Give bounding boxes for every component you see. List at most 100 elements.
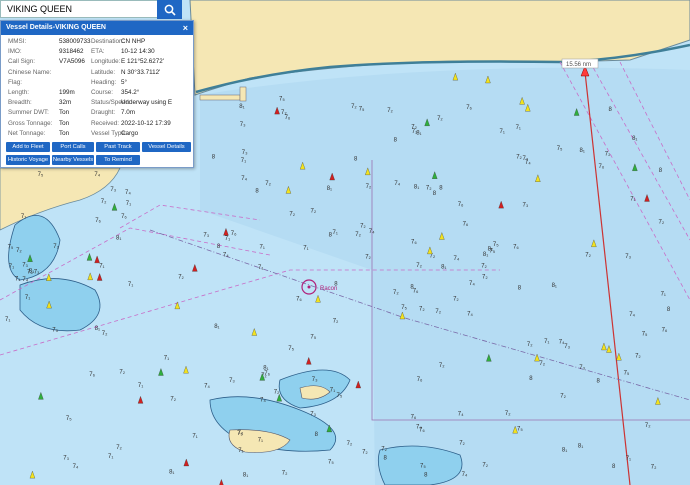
- field-label: Destination:: [91, 38, 125, 45]
- depth-sounding: 7₆: [89, 372, 95, 378]
- depth-sounding: 7₁: [626, 456, 631, 462]
- depth-sounding: 7₂: [560, 393, 566, 399]
- depth-sounding: 7₆: [662, 328, 668, 334]
- depth-sounding: 7₁: [15, 277, 20, 283]
- close-icon[interactable]: ×: [183, 21, 188, 35]
- depth-sounding: 7₂: [605, 151, 611, 157]
- depth-sounding: 8₁: [441, 265, 446, 271]
- depth-sounding: 7₂: [289, 212, 295, 218]
- right-field-row: Received: 2022-10-12 17:39: [91, 120, 195, 129]
- field-value: 538009733: [59, 38, 91, 45]
- field-label: Summer DWT:: [8, 109, 49, 117]
- depth-sounding: 7₅: [517, 426, 523, 432]
- left-field-row: Breadth: 32m: [8, 99, 92, 108]
- depth-sounding: 7₄: [94, 172, 100, 178]
- depth-sounding: 7₁: [661, 292, 666, 298]
- add-to-fleet-button[interactable]: Add to Fleet: [6, 142, 50, 152]
- depth-sounding: 8₁: [243, 472, 248, 478]
- field-label: Length:: [8, 89, 30, 96]
- depth-sounding: 8₁: [552, 283, 557, 289]
- search-icon: [164, 4, 176, 16]
- field-value: 199m: [59, 89, 75, 96]
- depth-sounding: 7₂: [505, 411, 511, 417]
- depth-sounding: 7₂: [102, 331, 108, 337]
- port-calls-button[interactable]: Port Calls: [52, 142, 94, 152]
- depth-sounding: 7₃: [564, 344, 570, 350]
- field-value: Underway using E: [121, 99, 173, 107]
- depth-sounding: 7₂: [265, 181, 271, 187]
- depth-sounding: 7₁: [303, 246, 308, 252]
- left-field-row: Call Sign: V7A5096: [8, 58, 92, 67]
- depth-sounding: 7₃: [63, 456, 69, 462]
- historic-voyage-button[interactable]: Historic Voyage: [6, 155, 50, 165]
- field-label: ETA:: [91, 48, 105, 56]
- depth-sounding: 7₃: [310, 412, 316, 418]
- depth-sounding: 7₂: [387, 108, 393, 114]
- field-label: IMO:: [8, 48, 22, 56]
- field-value: E 121°52.6272': [121, 58, 164, 66]
- left-field-row: IMO: 9318462: [8, 48, 92, 57]
- nearby-vessels-button[interactable]: Nearby Vessels: [52, 155, 94, 165]
- vessel-search-input[interactable]: [1, 1, 155, 17]
- depth-sounding: 7₂: [412, 129, 418, 135]
- depth-sounding: 7₁: [333, 230, 338, 236]
- field-value: N 30°33.7112': [121, 68, 161, 76]
- past-track-button[interactable]: Past Track: [96, 142, 140, 152]
- field-value: CN NHP: [121, 38, 146, 45]
- vessel-details-button[interactable]: Vessel Details: [142, 142, 191, 152]
- field-label: Longitude:: [91, 58, 121, 66]
- depth-sounding: 7₂: [481, 264, 487, 270]
- search-button[interactable]: [157, 0, 182, 19]
- depth-sounding: 7₂: [119, 369, 125, 375]
- depth-sounding: 8₁: [580, 148, 585, 154]
- depth-sounding: 7₃: [579, 365, 585, 371]
- depth-sounding: 7₂: [101, 199, 107, 205]
- depth-sounding: 7₆: [411, 239, 417, 245]
- field-label: Draught:: [91, 109, 116, 117]
- field-label: Latitude:: [91, 68, 116, 76]
- depth-sounding: 7₄: [204, 383, 210, 389]
- depth-sounding: 7₆: [513, 245, 519, 251]
- depth-sounding: 7₅: [557, 146, 563, 152]
- right-field-row: Heading: 5°: [91, 79, 195, 88]
- depth-sounding: 7₆: [231, 231, 237, 237]
- depth-sounding: 7₂: [360, 224, 366, 230]
- field-value: Cargo: [121, 129, 139, 137]
- depth-sounding: 7₃: [203, 233, 209, 239]
- field-label: Course:: [91, 89, 114, 96]
- right-field-row: Destination: CN NHP: [91, 38, 195, 47]
- depth-sounding: 7₂: [482, 274, 488, 280]
- field-label: Call Sign:: [8, 58, 35, 66]
- to-remind-button[interactable]: To Remind: [96, 155, 140, 165]
- depth-sounding: 8₁: [414, 184, 419, 190]
- depth-sounding: 7₂: [381, 447, 387, 453]
- depth-sounding: 7₅: [337, 393, 343, 399]
- field-value: 9318462: [59, 48, 84, 56]
- depth-sounding: 8₁: [483, 252, 488, 258]
- field-value: Ton: [59, 109, 70, 117]
- depth-sounding: 7₃: [625, 254, 631, 260]
- depth-sounding: 7₁: [630, 197, 635, 203]
- depth-sounding: 7₁: [192, 433, 197, 439]
- left-field-row: Summer DWT: Ton: [8, 109, 92, 118]
- depth-sounding: 7₆: [458, 202, 464, 208]
- field-value: Ton: [59, 119, 70, 127]
- depth-sounding: 7₂: [116, 445, 122, 451]
- depth-sounding: 7₁: [258, 438, 263, 444]
- field-label: Heading:: [91, 78, 117, 86]
- field-label: Received:: [91, 119, 120, 127]
- field-value: 2022-10-12 17:39: [121, 119, 171, 127]
- depth-sounding: 7₅: [359, 107, 365, 113]
- depth-sounding: 7₄: [559, 339, 565, 345]
- depth-sounding: 7₂: [355, 232, 361, 238]
- depth-sounding: 7₁: [241, 158, 246, 164]
- depth-sounding: 7₂: [659, 220, 665, 226]
- depth-sounding: 7₂: [482, 463, 488, 469]
- field-value: 7.0m: [121, 109, 135, 117]
- depth-sounding: 7₂: [435, 309, 441, 315]
- depth-sounding: 7₂: [645, 423, 651, 429]
- vessel-details-panel: Vessel Details-VIKING QUEEN × MMSI: 53800…: [0, 20, 194, 168]
- depth-sounding: 7₆: [411, 415, 417, 421]
- depth-sounding: 8₁: [239, 104, 244, 110]
- left-field-row: Gross Tonnage: Ton: [8, 120, 92, 129]
